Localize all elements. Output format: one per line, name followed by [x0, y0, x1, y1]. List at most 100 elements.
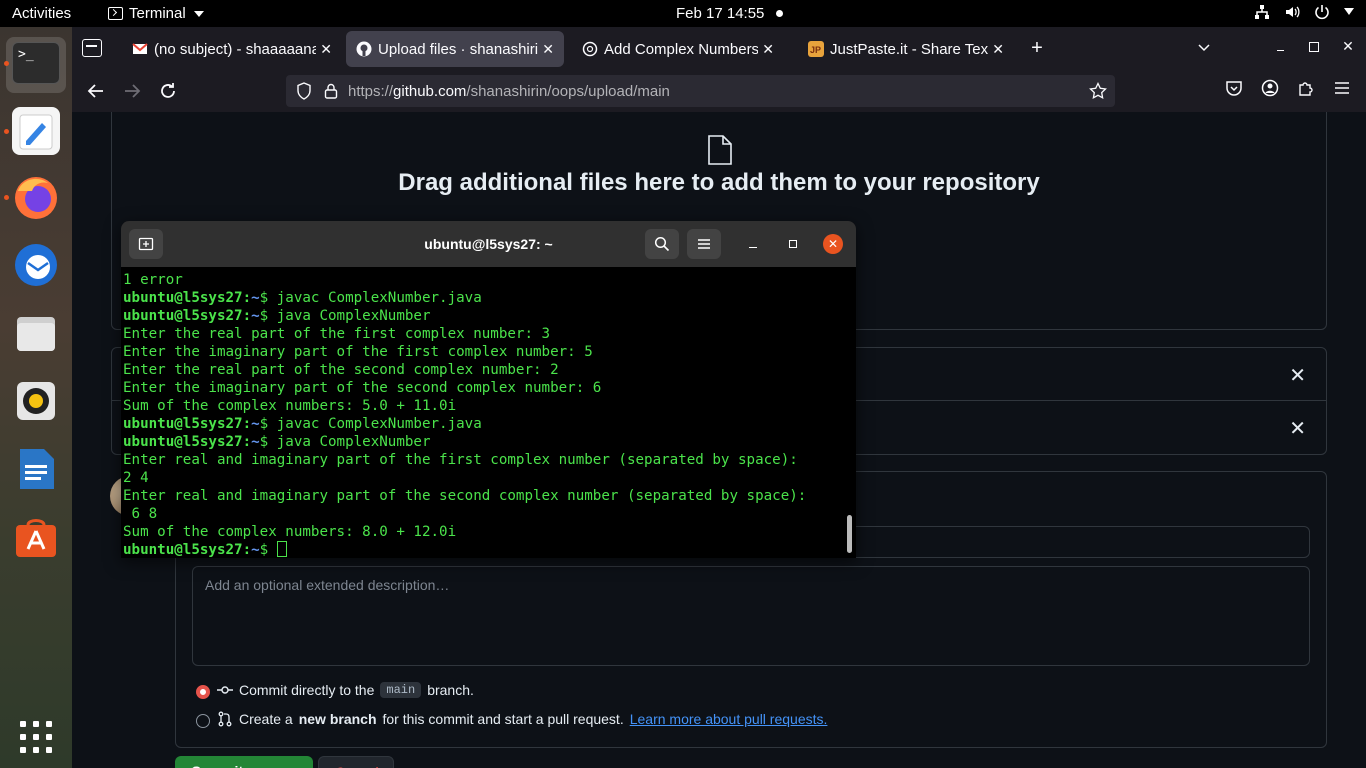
- cancel-button[interactable]: Cancel: [318, 756, 394, 768]
- firefox-view-button[interactable]: [82, 39, 102, 57]
- lock-icon[interactable]: [324, 83, 338, 99]
- terminal-output-line: Enter the imaginary part of the first co…: [123, 344, 593, 360]
- prompt-path: ~: [251, 542, 260, 558]
- dock-files[interactable]: [12, 309, 60, 357]
- description-placeholder: Add an optional extended description…: [205, 577, 450, 593]
- branch-name: main: [380, 682, 422, 698]
- commit-description-textarea[interactable]: Add an optional extended description…: [192, 566, 1310, 666]
- terminal-output-line: Sum of the complex numbers: 5.0 + 11.0i: [123, 398, 457, 414]
- search-button[interactable]: [645, 229, 679, 259]
- dock-libreoffice-writer[interactable]: [12, 445, 60, 493]
- notification-dot-icon: [776, 10, 783, 17]
- commit-changes-button[interactable]: Commit changes: [175, 756, 313, 768]
- dock-firefox[interactable]: [12, 173, 60, 221]
- learn-more-link[interactable]: Learn more about pull requests.: [630, 711, 828, 727]
- chevron-down-icon: [1198, 44, 1210, 52]
- back-button[interactable]: [84, 79, 108, 103]
- commit-direct-radio[interactable]: [196, 685, 210, 699]
- minimize-button[interactable]: [1274, 41, 1288, 55]
- remove-file-button[interactable]: ✕: [1289, 416, 1306, 441]
- extensions-button[interactable]: [1294, 79, 1318, 103]
- file-icon: [708, 135, 732, 165]
- close-icon[interactable]: ✕: [988, 41, 1004, 58]
- close-window-button[interactable]: ✕: [1340, 38, 1356, 54]
- close-icon[interactable]: ✕: [538, 41, 554, 58]
- terminal-menu-button[interactable]: [687, 229, 721, 259]
- prompt-symbol: $: [259, 308, 269, 324]
- terminal-command-line: ubuntu@l5sys27:~$ javac ComplexNumber.ja…: [123, 415, 843, 433]
- running-indicator: [4, 195, 9, 200]
- terminal-command-line: ubuntu@l5sys27:~$ java ComplexNumber: [123, 433, 843, 451]
- puzzle-icon: [1299, 82, 1313, 96]
- dock-text-editor[interactable]: [12, 107, 60, 155]
- system-menu[interactable]: [1254, 4, 1354, 20]
- url-bar[interactable]: https://github.com/shanashirin/oops/uplo…: [286, 75, 1115, 107]
- dock-terminal[interactable]: >_: [6, 37, 66, 93]
- close-icon[interactable]: ✕: [758, 41, 774, 58]
- app-center-icon: [16, 519, 56, 557]
- command-text: java ComplexNumber: [268, 308, 431, 324]
- search-icon: [654, 236, 670, 252]
- dock-app-center[interactable]: [12, 513, 60, 561]
- tab-github-upload[interactable]: Upload files · shanashirin ✕: [346, 31, 564, 67]
- commit-direct-prefix: Commit directly to the: [239, 682, 375, 698]
- command-text: javac ComplexNumber.java: [268, 416, 482, 432]
- new-branch-prefix: Create a: [239, 711, 293, 727]
- prompt-symbol: $: [259, 434, 269, 450]
- pocket-button[interactable]: [1222, 79, 1246, 103]
- remove-file-button[interactable]: ✕: [1289, 363, 1306, 388]
- activities-button[interactable]: Activities: [12, 5, 71, 22]
- tab-bar: (no subject) - shaaaaanaa ✕ Upload files…: [72, 27, 1366, 71]
- terminal-scrollbar[interactable]: [847, 515, 852, 553]
- terminal-cursor: [276, 541, 287, 557]
- list-all-tabs-button[interactable]: [1196, 39, 1212, 55]
- terminal-window[interactable]: ubuntu@l5sys27: ~ ✕ 1 error ubuntu@l5sys2…: [121, 221, 856, 558]
- reload-button[interactable]: [156, 79, 180, 103]
- commit-direct-option[interactable]: Commit directly to the main branch.: [217, 682, 474, 698]
- command-text: java ComplexNumber: [268, 434, 431, 450]
- terminal-icon: [108, 7, 123, 20]
- tab-chatgpt[interactable]: Add Complex Numbers J ✕: [572, 31, 784, 67]
- terminal-icon: >_: [12, 42, 60, 84]
- terminal-output-line: Enter the real part of the first complex…: [123, 326, 551, 342]
- new-tab-button[interactable]: +: [1026, 37, 1048, 59]
- minimize-button[interactable]: [743, 234, 763, 254]
- close-icon[interactable]: ✕: [316, 41, 332, 58]
- chatgpt-icon: [582, 41, 598, 57]
- git-commit-icon: [217, 686, 233, 694]
- app-menu-button[interactable]: [1330, 79, 1354, 103]
- tab-justpaste[interactable]: JP JustPaste.it - Share Text ✕: [798, 31, 1014, 67]
- terminal-output-line: Enter the real part of the second comple…: [123, 362, 559, 378]
- show-apps-button[interactable]: [12, 713, 60, 761]
- app-menu[interactable]: Terminal: [108, 5, 204, 22]
- terminal-header-bar[interactable]: ubuntu@l5sys27: ~ ✕: [121, 221, 856, 267]
- account-icon: [1261, 79, 1279, 97]
- new-branch-option[interactable]: Create a new branch for this commit and …: [217, 711, 827, 727]
- url-path: /shanashirin/oops/upload/main: [466, 82, 670, 100]
- maximize-button[interactable]: [783, 234, 803, 254]
- command-text: [268, 542, 277, 558]
- shield-icon[interactable]: [296, 82, 312, 100]
- prompt-path: ~: [251, 416, 260, 432]
- url-scheme: https://: [348, 82, 394, 100]
- terminal-command-line: ubuntu@l5sys27:~$: [123, 541, 843, 558]
- arrow-left-icon: [87, 84, 103, 98]
- terminal-output[interactable]: 1 error ubuntu@l5sys27:~$ javac ComplexNu…: [123, 271, 843, 558]
- dock-thunderbird[interactable]: [12, 241, 60, 289]
- tab-gmail[interactable]: (no subject) - shaaaaanaa ✕: [122, 31, 342, 67]
- bookmark-star-icon[interactable]: [1089, 82, 1107, 100]
- account-button[interactable]: [1258, 79, 1282, 103]
- close-button[interactable]: ✕: [823, 234, 843, 254]
- url-host: github.com: [393, 82, 467, 100]
- tab-label: JustPaste.it - Share Text: [830, 40, 989, 58]
- new-branch-radio[interactable]: [196, 714, 210, 728]
- maximize-icon: [789, 240, 797, 248]
- clock[interactable]: Feb 17 14:55: [676, 5, 764, 22]
- forward-button[interactable]: [120, 79, 144, 103]
- command-text: javac ComplexNumber.java: [268, 290, 482, 306]
- new-branch-bold: new branch: [298, 711, 377, 727]
- firefox-icon: [15, 177, 57, 219]
- github-icon: [356, 41, 372, 57]
- maximize-button[interactable]: [1309, 42, 1319, 52]
- dock-rhythmbox[interactable]: [12, 377, 60, 425]
